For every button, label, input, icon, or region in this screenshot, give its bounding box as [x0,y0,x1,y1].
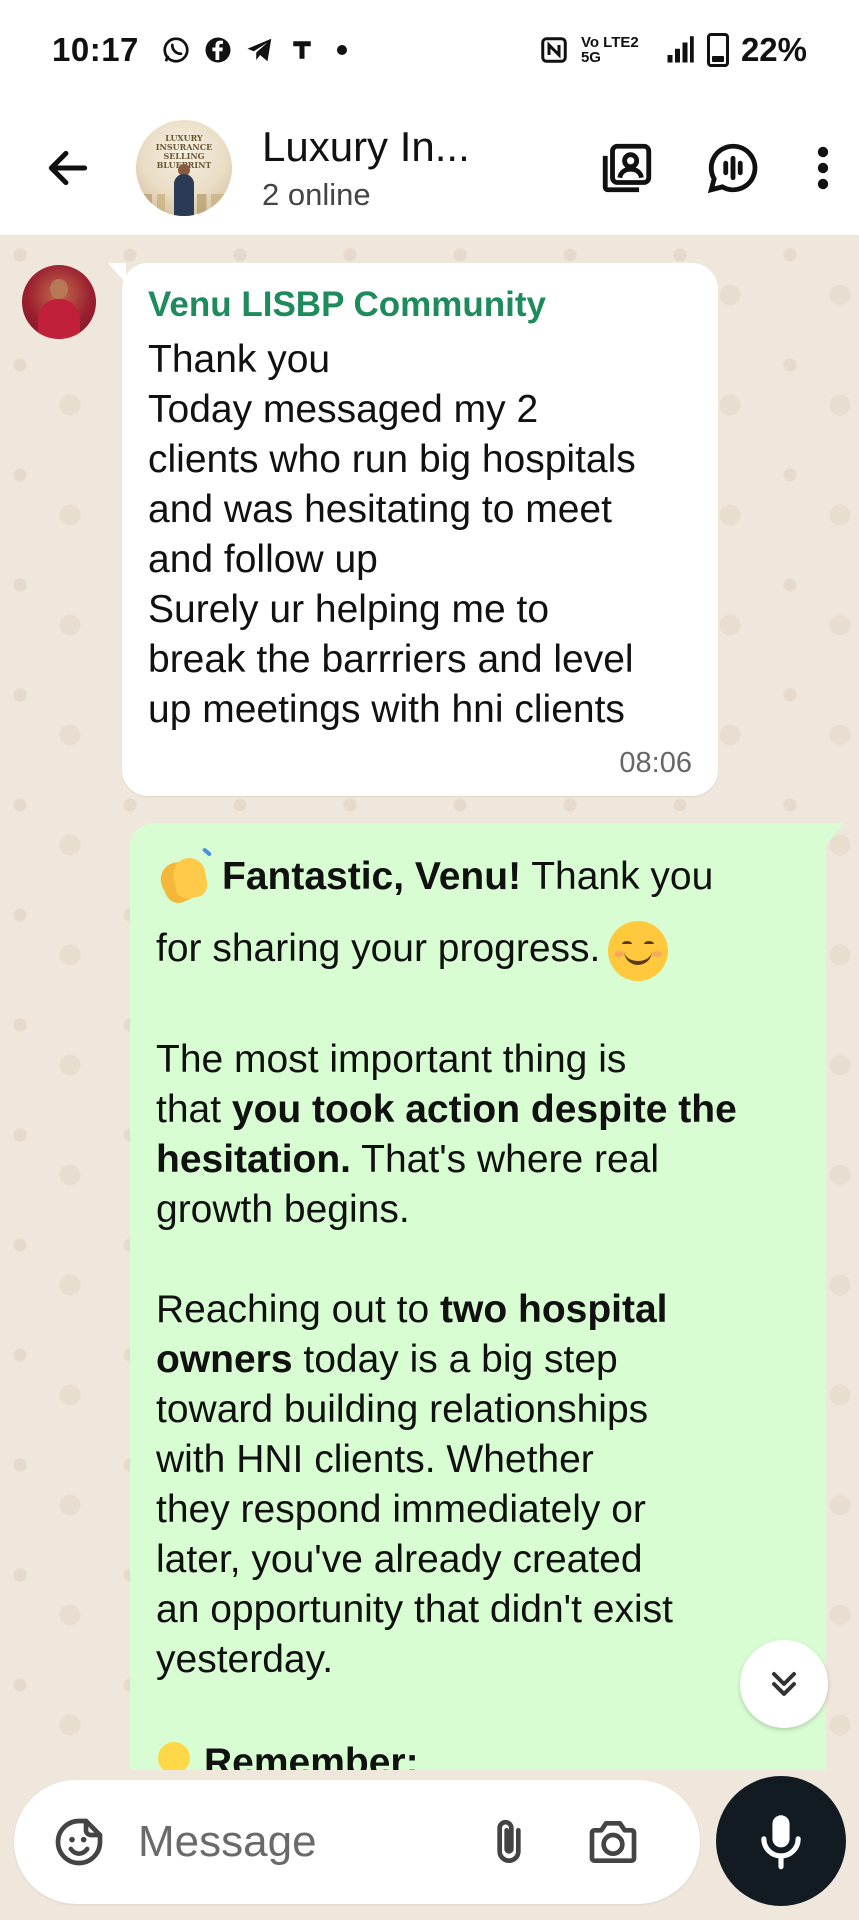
signal-icon [665,35,695,65]
back-button[interactable] [28,128,108,208]
notification-icons [161,35,347,65]
text: Reaching out to [156,1288,441,1331]
message-line: later, you've already created [156,1538,643,1581]
message-composer [14,1780,700,1904]
facebook-icon [203,35,233,65]
message-line: that you took action despite the [156,1085,804,1135]
group-avatar[interactable]: LUXURY INSURANCE SELLING BLUEPRINT [136,119,232,216]
more-vert-icon [817,146,829,189]
battery-icon [706,33,729,67]
sticker-icon [55,1818,103,1866]
bold-text: hesitation. [156,1138,352,1181]
chat-title-block[interactable]: Luxury In... 2 online [262,123,470,213]
chat-subtitle: 2 online [262,176,371,212]
message-line: clients who run big hospitals [148,438,636,481]
bold-text: Fantastic, Venu! [222,855,522,898]
contact-card-button[interactable] [587,128,667,208]
light-bulb-icon [156,1741,192,1770]
message-line: Reaching out to two hospital [156,1285,804,1335]
message-line: Remember: [156,1735,804,1770]
message-line: Surely ur helping me to [148,588,550,631]
message-line: Today messaged my 2 [148,388,539,431]
status-time: 10:17 [52,31,139,68]
message-line: and follow up [148,538,378,581]
clapping-hands-icon [155,846,214,908]
sender-name[interactable]: Venu LISBP Community [148,285,692,325]
truecaller-pro-icon [287,35,317,65]
bold-text: two hospital [440,1288,668,1331]
message-line: they respond immediately or [156,1488,646,1531]
paperclip-icon [497,1819,521,1863]
outgoing-message[interactable]: Fantastic, Venu! Thank you for sharing y… [130,823,844,1770]
message-line: Thank you [148,338,331,381]
more-options-button[interactable] [803,128,843,208]
attach-button[interactable] [474,1807,544,1877]
status-bar: 10:17 Vo LTE2 5G 22% [0,0,859,100]
chat-header: LUXURY INSURANCE SELLING BLUEPRINT Luxur… [0,100,859,235]
message-line: owners today is a big step [156,1335,804,1385]
text: That's where real [351,1138,660,1181]
bold-text: owners [156,1338,293,1381]
sticker-button[interactable] [44,1807,114,1877]
telegram-icon [245,35,275,65]
nfc-icon [539,35,569,65]
dot-icon [336,45,347,55]
bold-text: Remember: [204,1741,419,1770]
message-line: yesterday. [156,1638,334,1681]
smiling-face-icon [608,920,669,981]
camera-icon [589,1821,637,1863]
header-actions [561,128,843,208]
avatar-face [50,279,68,299]
microphone-icon [761,1815,801,1870]
message-line: with HNI clients. Whether [156,1438,594,1481]
camera-button[interactable] [578,1807,648,1877]
voice-chat-button[interactable] [693,128,773,208]
text: Thank you [521,855,714,898]
contact-card-icon [602,143,652,192]
message-line: The most important thing is [156,1038,627,1081]
incoming-message[interactable]: Venu LISBP Community Thank you Today mes… [108,263,718,796]
chat-area[interactable]: Venu LISBP Community Thank you Today mes… [0,235,859,1770]
message-line: hesitation. That's where real [156,1135,804,1185]
system-nav-bar [0,1906,859,1920]
voice-chat-icon [707,143,758,193]
scroll-to-bottom-button[interactable] [740,1640,828,1728]
message-line: toward building relationships [156,1388,649,1431]
message-line: an opportunity that didn't exist [156,1588,673,1631]
message-line: break the barrriers and level [148,638,634,681]
back-arrow-icon [48,150,88,185]
voice-message-button[interactable] [716,1776,846,1906]
message-line: for sharing your progress. [156,913,804,985]
text: that [156,1088,232,1131]
double-chevron-down-icon [772,1672,796,1696]
network-label: Vo LTE2 5G [580,34,639,66]
whatsapp-icon [161,35,191,65]
chat-title: Luxury In... [262,122,470,170]
battery-percent: 22% [740,31,807,68]
message-line: Fantastic, Venu! Thank you [155,841,804,913]
message-timestamp: 08:06 [619,747,692,779]
message-line: growth begins. [156,1188,410,1231]
message-line: up meetings with hni clients [148,688,625,731]
avatar-body [38,299,80,339]
battery-fill [711,55,724,62]
message-line: and was hesitating to meet [148,488,612,531]
text: today is a big step [292,1338,618,1381]
avatar-figure [174,173,194,216]
text: for sharing your progress. [156,927,601,970]
sender-avatar[interactable] [22,265,96,339]
system-status: Vo LTE2 5G 22% [539,31,807,69]
message-input[interactable] [138,1807,468,1877]
bold-text: you took action despite the [231,1088,737,1131]
